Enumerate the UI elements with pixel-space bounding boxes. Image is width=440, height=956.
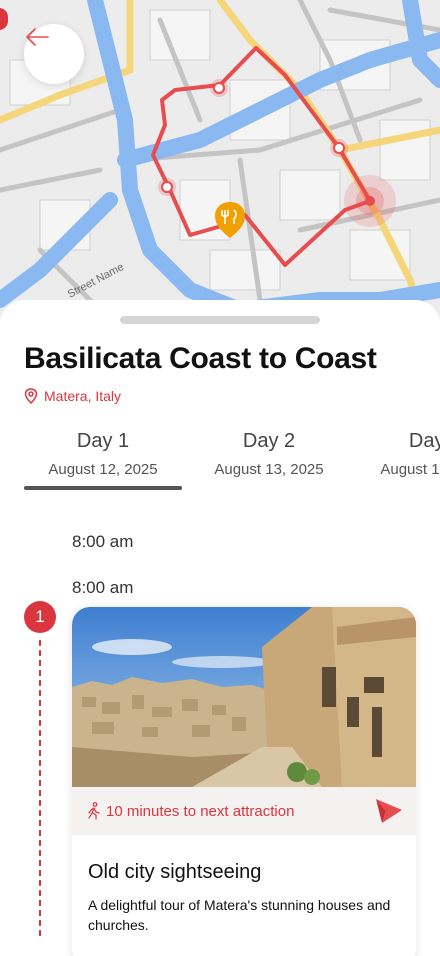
- street-name-label: Street Name: [66, 261, 126, 301]
- attraction-photo: [72, 607, 416, 787]
- time-header: 8:00 am: [72, 532, 134, 551]
- transit-text: 10 minutes to next attraction: [106, 802, 295, 820]
- item-time: 8:00 am: [72, 578, 134, 597]
- map-pin-icon: [24, 388, 38, 404]
- tab-day-3[interactable]: Day 3 August 14, 2025: [355, 430, 440, 478]
- itinerary-sheet: Basilicata Coast to Coast Matera, Italy …: [0, 300, 440, 956]
- timeline-connector: [39, 640, 41, 936]
- tab-date-label: August 14, 2025: [380, 461, 440, 478]
- tab-day-1[interactable]: Day 1 August 12, 2025: [23, 430, 183, 478]
- navigate-arrow-icon[interactable]: [374, 797, 404, 825]
- tab-date-label: August 13, 2025: [214, 461, 324, 478]
- tab-day-label: Day 1: [76, 430, 130, 452]
- drag-handle[interactable]: [120, 316, 320, 324]
- tab-day-label: Day 3: [408, 430, 440, 452]
- walking-icon: [88, 802, 100, 820]
- attraction-title: Old city sightseeing: [88, 861, 262, 883]
- back-button[interactable]: [24, 24, 84, 84]
- attraction-card[interactable]: 10 minutes to next attraction Old city s…: [72, 607, 416, 956]
- trip-title: Basilicata Coast to Coast: [24, 342, 377, 375]
- attraction-description: A delightful tour of Matera's stunning h…: [88, 897, 391, 933]
- active-tab-indicator: [24, 486, 182, 490]
- trip-location: Matera, Italy: [24, 388, 121, 404]
- day-tabs: Day 1 August 12, 2025 Day 2 August 13, 2…: [0, 430, 440, 492]
- tab-day-2[interactable]: Day 2 August 13, 2025: [189, 430, 349, 478]
- route-map[interactable]: Street Name: [0, 0, 440, 330]
- tab-date-label: August 12, 2025: [48, 461, 158, 478]
- location-label: Matera, Italy: [44, 388, 122, 404]
- itinerary-screen: Street Name Basilicata Coast to Coast Ma…: [0, 0, 440, 956]
- step-number-badge: 1: [24, 601, 56, 633]
- arrow-left-icon: [26, 28, 49, 46]
- transit-info-bar: 10 minutes to next attraction: [72, 787, 416, 835]
- tab-day-label: Day 2: [242, 430, 296, 452]
